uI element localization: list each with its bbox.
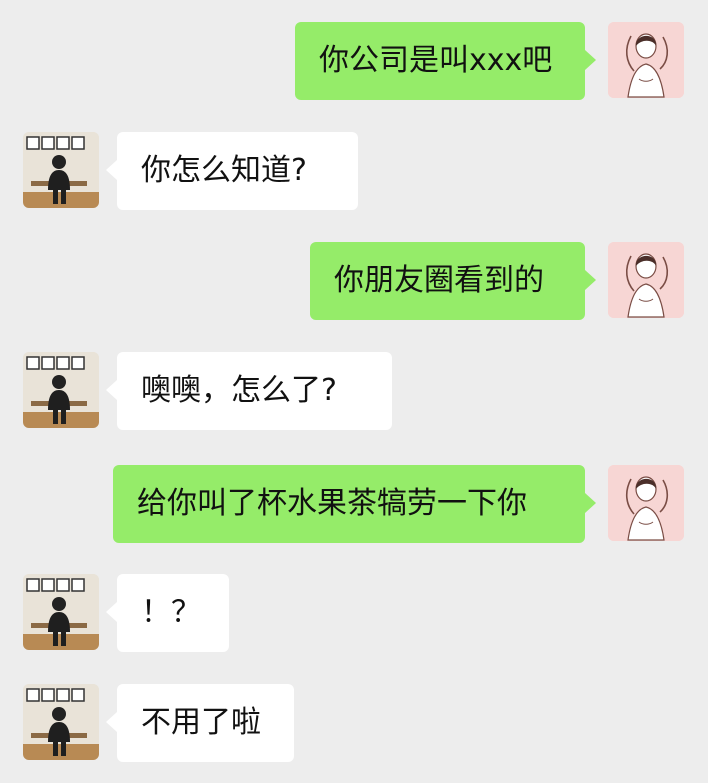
message-bubble-sent[interactable]: 你公司是叫xxx吧	[295, 22, 585, 100]
man-avatar[interactable]	[23, 684, 99, 760]
chat-message-row: 不用了啦	[0, 684, 708, 762]
bubble-tail	[585, 493, 596, 513]
message-bubble-received[interactable]: 噢噢，怎么了?	[117, 352, 392, 430]
woman-avatar[interactable]	[608, 242, 684, 318]
bubble-tail	[106, 380, 117, 400]
chat-message-row: 你公司是叫xxx吧	[0, 22, 708, 100]
woman-avatar-icon	[608, 465, 684, 541]
chat-message-row: 噢噢，怎么了?	[0, 352, 708, 430]
man-avatar-icon	[23, 574, 99, 650]
message-bubble-received[interactable]: ！？	[117, 574, 229, 652]
message-bubble-received[interactable]: 不用了啦	[117, 684, 294, 762]
bubble-tail	[585, 50, 596, 70]
message-text: ！？	[141, 595, 201, 630]
message-bubble-received[interactable]: 你怎么知道?	[117, 132, 358, 210]
message-bubble-sent[interactable]: 给你叫了杯水果茶犒劳一下你	[113, 465, 585, 543]
bubble-tail	[585, 270, 596, 290]
message-bubble-sent[interactable]: 你朋友圈看到的	[310, 242, 585, 320]
message-text: 你怎么知道?	[141, 153, 307, 188]
man-avatar[interactable]	[23, 352, 99, 428]
man-avatar-icon	[23, 132, 99, 208]
chat-message-row: 给你叫了杯水果茶犒劳一下你	[0, 465, 708, 543]
chat-message-row: ！？	[0, 574, 708, 652]
message-text: 你朋友圈看到的	[334, 263, 544, 298]
message-text: 给你叫了杯水果茶犒劳一下你	[137, 486, 527, 521]
man-avatar-icon	[23, 352, 99, 428]
woman-avatar-icon	[608, 242, 684, 318]
woman-avatar-icon	[608, 22, 684, 98]
chat-area: 你公司是叫xxx吧 你怎么知道? 你朋友圈看到的 噢噢，怎么了? 给你叫了杯水果…	[0, 0, 708, 783]
chat-message-row: 你朋友圈看到的	[0, 242, 708, 320]
bubble-tail	[106, 602, 117, 622]
bubble-tail	[106, 712, 117, 732]
man-avatar[interactable]	[23, 574, 99, 650]
woman-avatar[interactable]	[608, 465, 684, 541]
man-avatar[interactable]	[23, 132, 99, 208]
message-text: 不用了啦	[141, 705, 261, 740]
man-avatar-icon	[23, 684, 99, 760]
woman-avatar[interactable]	[608, 22, 684, 98]
message-text: 你公司是叫xxx吧	[319, 43, 553, 78]
chat-message-row: 你怎么知道?	[0, 132, 708, 210]
bubble-tail	[106, 160, 117, 180]
message-text: 噢噢，怎么了?	[141, 373, 337, 408]
